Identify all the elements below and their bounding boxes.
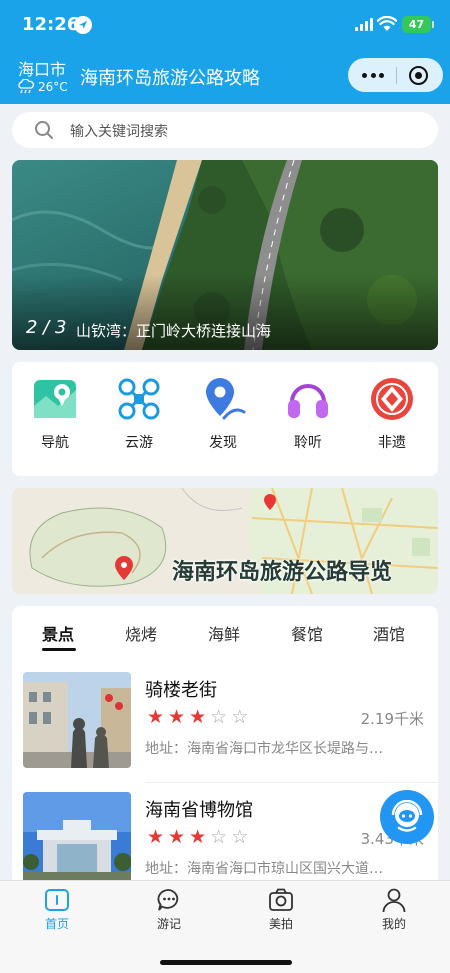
map-navigation-icon [34, 380, 76, 418]
location-arrow-icon [74, 16, 92, 34]
status-time: 12:26 [22, 14, 80, 35]
user-icon [382, 888, 406, 913]
home-icon [45, 889, 69, 911]
location-pin-icon [206, 378, 246, 420]
tab-home[interactable]: 首页 [22, 887, 92, 932]
tab-travel-notes[interactable]: 游记 [134, 887, 204, 932]
star-filled-icon: ★ [147, 826, 165, 848]
search-bar[interactable]: 输入关键词搜索 [12, 112, 438, 148]
place-thumbnail [23, 792, 131, 888]
tab-label: 美拍 [268, 917, 293, 931]
star-empty-icon: ☆ [210, 826, 228, 848]
tab-restaurants[interactable]: 餐馆 [291, 621, 323, 645]
quick-nav-navigation[interactable]: 导航 [15, 376, 95, 452]
quick-nav-heritage[interactable]: 非遗 [352, 376, 432, 452]
star-empty-icon: ☆ [210, 706, 228, 728]
star-empty-icon: ☆ [231, 706, 249, 728]
chat-bot-icon [391, 800, 423, 832]
quick-nav: 导航 云游 发现 聆听 非遗 [12, 362, 438, 476]
tab-label: 首页 [44, 917, 69, 931]
battery-indicator: 47 [402, 16, 434, 33]
places-section: 景点 烧烤 海鲜 餐馆 酒馆 骑楼老街 ★ ★ ★ ☆ ☆ 2.19千米 地址：… [12, 606, 438, 906]
route-map-banner[interactable]: 海南环岛旅游公路导览 [12, 488, 438, 594]
city-name[interactable]: 海口市 [18, 56, 66, 80]
place-name: 骑楼老街 [145, 680, 217, 701]
star-filled-icon: ★ [189, 826, 207, 848]
tab-label: 我的 [381, 917, 406, 931]
chat-icon [157, 889, 179, 911]
customer-service-button[interactable] [380, 790, 434, 844]
search-icon [35, 121, 53, 139]
wifi-icon [377, 16, 397, 31]
headphones-icon [288, 384, 328, 418]
camera-icon [269, 888, 293, 911]
quick-nav-label: 云游 [125, 435, 153, 451]
category-tabs: 景点 烧烤 海鲜 餐馆 酒馆 [12, 606, 438, 656]
mini-program-capsule [348, 58, 443, 92]
star-filled-icon: ★ [168, 706, 186, 728]
page-title: 海南环岛旅游公路攻略 [80, 68, 260, 89]
tab-seafood[interactable]: 海鲜 [208, 621, 240, 645]
star-rating: ★ ★ ★ ☆ ☆ [147, 826, 252, 848]
rain-cloud-icon [18, 79, 35, 94]
quick-nav-label: 导航 [41, 435, 69, 451]
quick-nav-label: 聆听 [294, 435, 322, 451]
quick-nav-listen[interactable]: 聆听 [268, 376, 348, 452]
star-rating: ★ ★ ★ ☆ ☆ [147, 706, 252, 728]
home-indicator [160, 960, 292, 965]
search-input[interactable]: 输入关键词搜索 [70, 121, 168, 141]
map-banner-title: 海南环岛旅游公路导览 [172, 560, 393, 585]
tab-profile[interactable]: 我的 [359, 887, 429, 932]
star-filled-icon: ★ [168, 826, 186, 848]
place-address: 地址：海南省海口市龙华区长堤路与… [145, 741, 383, 757]
place-name: 海南省博物馆 [145, 800, 253, 821]
temperature: 26°C [38, 80, 68, 94]
close-target-icon[interactable] [409, 66, 428, 85]
tab-bbq[interactable]: 烧烤 [125, 621, 157, 645]
place-thumbnail [23, 672, 131, 768]
app-header: 海口市 26°C 海南环岛旅游公路攻略 [0, 48, 450, 104]
tab-bars[interactable]: 酒馆 [373, 621, 405, 645]
more-icon[interactable] [362, 73, 384, 78]
carousel-index: 2 / 3 [26, 317, 67, 338]
drone-icon [118, 378, 160, 420]
active-tab-indicator [42, 648, 76, 651]
status-bar: 12:26 47 [0, 0, 450, 48]
hero-carousel[interactable]: 2 / 3 山钦湾：正门岭大桥连接山海 [12, 160, 438, 350]
place-item[interactable]: 骑楼老街 ★ ★ ★ ☆ ☆ 2.19千米 地址：海南省海口市龙华区长堤路与… [12, 672, 438, 783]
heritage-icon [371, 378, 413, 420]
quick-nav-label: 发现 [209, 435, 237, 451]
tab-attractions[interactable]: 景点 [42, 621, 74, 645]
carousel-caption: 山钦湾：正门岭大桥连接山海 [76, 322, 272, 340]
tab-label: 游记 [156, 917, 181, 931]
tab-photo[interactable]: 美拍 [246, 887, 316, 932]
quick-nav-cloud-tour[interactable]: 云游 [99, 376, 179, 452]
divider [145, 782, 438, 783]
place-address: 地址：海南省海口市琼山区国兴大道… [145, 861, 383, 877]
star-filled-icon: ★ [147, 706, 165, 728]
star-empty-icon: ☆ [231, 826, 249, 848]
place-distance: 2.19千米 [360, 710, 424, 728]
quick-nav-discover[interactable]: 发现 [183, 376, 263, 452]
quick-nav-label: 非遗 [378, 435, 406, 451]
star-filled-icon: ★ [189, 706, 207, 728]
capsule-divider [396, 67, 397, 84]
signal-icon [355, 18, 373, 31]
